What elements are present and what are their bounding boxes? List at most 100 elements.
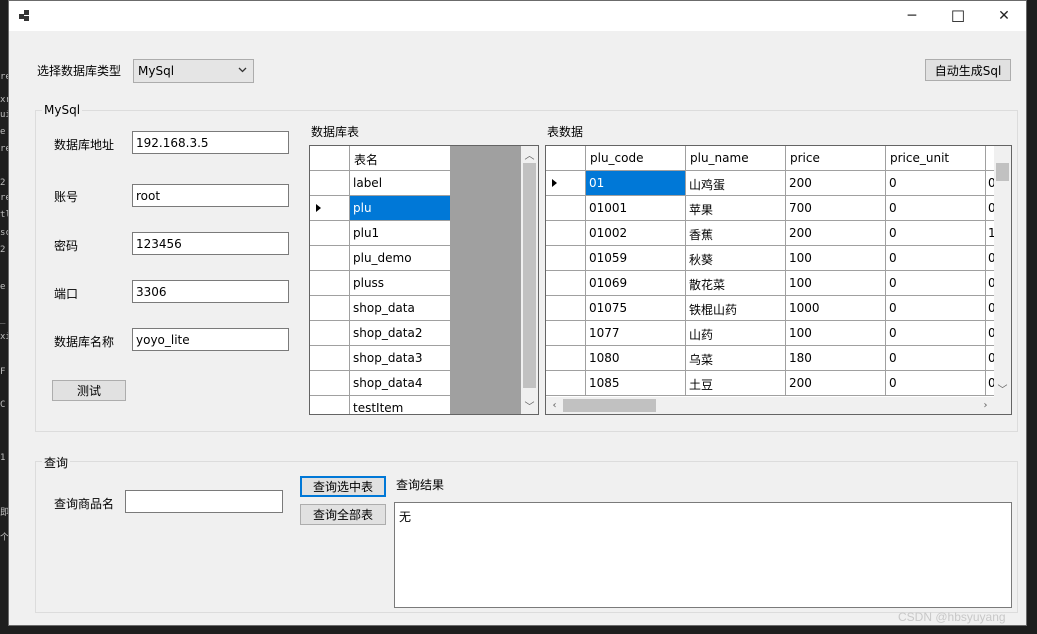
product-name-input[interactable] xyxy=(125,490,283,513)
tables-vertical-scrollbar[interactable]: ︿ ﹀ xyxy=(521,146,538,414)
db-type-select[interactable]: MySql xyxy=(133,59,254,83)
data-cell[interactable]: 0 xyxy=(886,196,986,221)
data-cell[interactable]: 0 xyxy=(886,246,986,271)
data-cell[interactable]: 01069 xyxy=(586,271,686,296)
account-input[interactable]: root xyxy=(132,184,289,207)
data-cell[interactable]: 200 xyxy=(786,371,886,396)
data-row-header[interactable] xyxy=(546,296,586,321)
data-cell[interactable]: 100 xyxy=(786,321,886,346)
table-name-cell[interactable]: plu_demo xyxy=(350,246,451,271)
table-row-header[interactable] xyxy=(310,321,350,346)
table-row-header[interactable] xyxy=(310,221,350,246)
scroll-down-icon[interactable]: ﹀ xyxy=(521,397,538,414)
maximize-button[interactable]: ☐ xyxy=(935,1,981,31)
table-row-header[interactable] xyxy=(310,271,350,296)
data-cell[interactable]: 0 xyxy=(886,221,986,246)
data-cell[interactable]: 01059 xyxy=(586,246,686,271)
data-row-header[interactable] xyxy=(546,346,586,371)
password-input[interactable]: 123456 xyxy=(132,232,289,255)
scroll-up-icon[interactable]: ︿ xyxy=(521,146,538,163)
tables-grid[interactable]: 表名 label plu plu1 plu_demo pluss shop_data sho… xyxy=(309,145,539,415)
data-vscroll-thumb[interactable] xyxy=(996,163,1009,181)
dbname-input[interactable]: yoyo_lite xyxy=(132,328,289,351)
table-name-cell[interactable]: plu1 xyxy=(350,221,451,246)
query-selected-table-button[interactable]: 查询选中表 xyxy=(300,476,386,497)
data-cell[interactable]: 秋葵 xyxy=(686,246,786,271)
table-name-cell[interactable]: shop_data xyxy=(350,296,451,321)
data-cell[interactable]: 土豆 xyxy=(686,371,786,396)
data-cell[interactable]: 01 xyxy=(586,171,686,196)
table-name-cell[interactable]: shop_data4 xyxy=(350,371,451,396)
test-button[interactable]: 测试 xyxy=(52,380,126,401)
tables-scroll-thumb[interactable] xyxy=(523,163,536,388)
table-row-header[interactable] xyxy=(310,346,350,371)
table-row-header[interactable] xyxy=(310,196,350,221)
data-row-header[interactable] xyxy=(546,196,586,221)
data-row-header[interactable] xyxy=(546,221,586,246)
data-cell[interactable]: 100 xyxy=(786,246,886,271)
data-cell[interactable]: 0 xyxy=(886,346,986,371)
column-header-plu-name[interactable]: plu_name xyxy=(686,146,786,171)
minimize-button[interactable]: ─ xyxy=(889,1,935,31)
table-row-header[interactable] xyxy=(310,246,350,271)
column-header-price[interactable]: price xyxy=(786,146,886,171)
data-row-header[interactable] xyxy=(546,246,586,271)
password-value: 123456 xyxy=(136,237,182,251)
table-row-header[interactable] xyxy=(310,371,350,396)
data-cell[interactable]: 200 xyxy=(786,171,886,196)
port-input[interactable]: 3306 xyxy=(132,280,289,303)
table-data-grid[interactable]: plu_code plu_name price price_unit 01 山鸡蛋 200… xyxy=(545,145,1012,415)
data-vertical-scrollbar[interactable]: ﹀ xyxy=(994,146,1011,397)
table-name-cell[interactable]: shop_data2 xyxy=(350,321,451,346)
query-all-tables-button[interactable]: 查询全部表 xyxy=(300,504,386,525)
data-cell[interactable]: 乌菜 xyxy=(686,346,786,371)
table-name-cell[interactable]: plu xyxy=(350,196,451,221)
data-cell[interactable]: 苹果 xyxy=(686,196,786,221)
data-row-header[interactable] xyxy=(546,321,586,346)
data-cell[interactable]: 1080 xyxy=(586,346,686,371)
data-cell[interactable]: 散花菜 xyxy=(686,271,786,296)
scroll-down-icon[interactable]: ﹀ xyxy=(994,380,1011,397)
table-name-cell[interactable]: testItem xyxy=(350,396,451,414)
data-cell[interactable]: 铁棍山药 xyxy=(686,296,786,321)
data-cell[interactable]: 100 xyxy=(786,271,886,296)
data-cell[interactable]: 200 xyxy=(786,221,886,246)
data-cell[interactable]: 1000 xyxy=(786,296,886,321)
table-name-cell[interactable]: shop_data3 xyxy=(350,346,451,371)
data-cell[interactable]: 香蕉 xyxy=(686,221,786,246)
data-cell[interactable]: 山药 xyxy=(686,321,786,346)
background-right xyxy=(1027,0,1037,634)
data-horizontal-scrollbar[interactable]: ‹ › xyxy=(546,397,994,414)
table-name-cell[interactable]: label xyxy=(350,171,451,196)
column-header-price-unit[interactable]: price_unit xyxy=(886,146,986,171)
data-cell[interactable]: 1085 xyxy=(586,371,686,396)
data-cell[interactable]: 01002 xyxy=(586,221,686,246)
data-cell[interactable]: 01001 xyxy=(586,196,686,221)
data-cell[interactable]: 0 xyxy=(886,371,986,396)
column-header-plu-code[interactable]: plu_code xyxy=(586,146,686,171)
data-cell[interactable]: 700 xyxy=(786,196,886,221)
auto-generate-sql-button[interactable]: 自动生成Sql xyxy=(925,59,1011,81)
scroll-left-icon[interactable]: ‹ xyxy=(546,397,563,414)
tables-column-header[interactable]: 表名 xyxy=(350,146,451,171)
data-cell[interactable]: 180 xyxy=(786,346,886,371)
data-cell[interactable]: 山鸡蛋 xyxy=(686,171,786,196)
data-row-header[interactable] xyxy=(546,371,586,396)
data-hscroll-thumb[interactable] xyxy=(563,399,656,412)
data-row-header[interactable] xyxy=(546,171,586,196)
data-cell[interactable]: 0 xyxy=(886,171,986,196)
address-input[interactable]: 192.168.3.5 xyxy=(132,131,289,154)
data-cell[interactable]: 0 xyxy=(886,271,986,296)
table-row-header[interactable] xyxy=(310,296,350,321)
data-cell[interactable]: 1077 xyxy=(586,321,686,346)
data-cell[interactable]: 01075 xyxy=(586,296,686,321)
table-name-cell[interactable]: pluss xyxy=(350,271,451,296)
data-row-header[interactable] xyxy=(546,271,586,296)
data-cell[interactable]: 0 xyxy=(886,321,986,346)
query-result-box[interactable]: 无 xyxy=(394,502,1012,608)
table-row-header[interactable] xyxy=(310,171,350,196)
data-cell[interactable]: 0 xyxy=(886,296,986,321)
scroll-right-icon[interactable]: › xyxy=(977,397,994,414)
table-row-header[interactable] xyxy=(310,396,350,414)
close-button[interactable]: ✕ xyxy=(981,1,1027,31)
